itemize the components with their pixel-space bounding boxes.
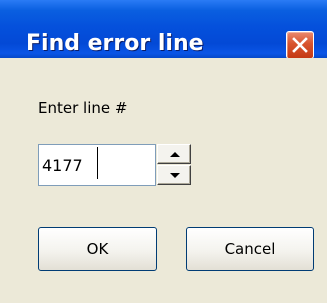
title-bar: Find error line [0, 0, 327, 59]
line-number-input[interactable] [39, 145, 151, 185]
ok-button[interactable]: OK [38, 227, 157, 271]
cancel-button[interactable]: Cancel [186, 227, 314, 271]
dialog-title: Find error line [26, 31, 204, 56]
line-number-spinner [157, 144, 191, 186]
text-caret [97, 147, 98, 179]
arrow-down-icon [170, 173, 180, 178]
find-error-line-dialog: Find error line Enter line # OK Cancel [0, 0, 327, 303]
spin-up-button[interactable] [157, 144, 191, 164]
line-number-label: Enter line # [38, 99, 128, 117]
spin-down-button[interactable] [157, 165, 191, 185]
close-icon [292, 37, 308, 53]
close-button[interactable] [286, 31, 314, 59]
arrow-up-icon [170, 152, 180, 157]
